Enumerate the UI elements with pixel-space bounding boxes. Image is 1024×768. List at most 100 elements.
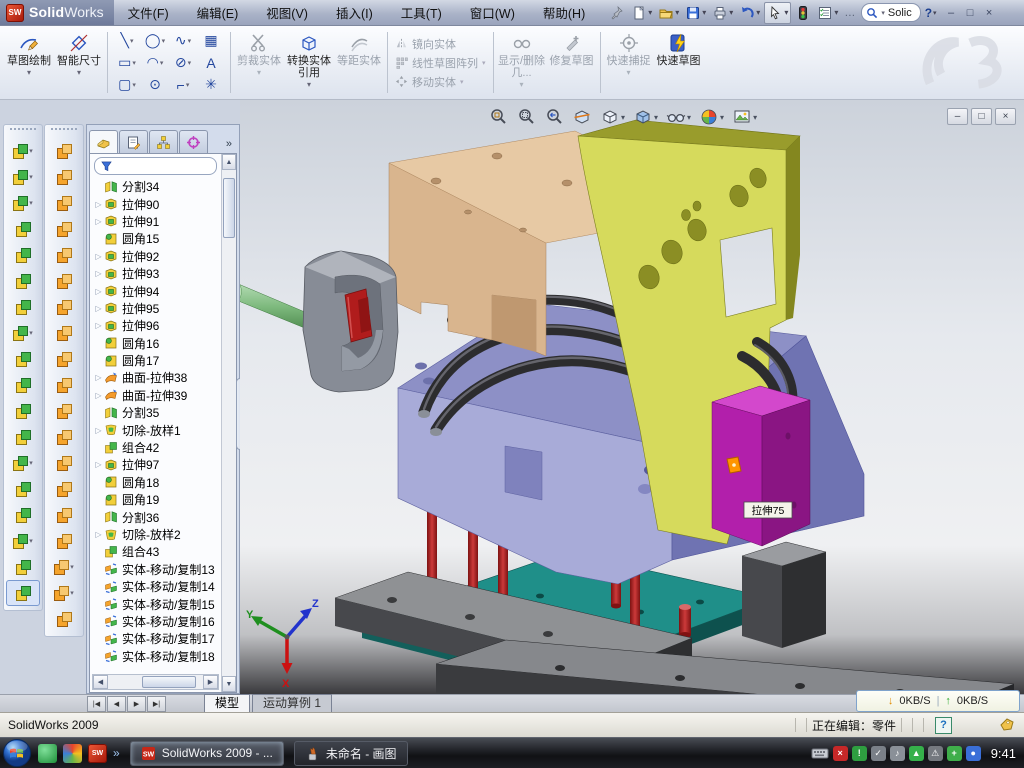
tree-item[interactable]: ▷拉伸92 — [93, 248, 221, 265]
tree-item[interactable]: ▷拉伸90 — [93, 195, 221, 212]
tree-item[interactable]: ▷切除-放样1 — [93, 421, 221, 438]
scroll-right-icon[interactable]: ▶ — [203, 675, 218, 689]
ellipse-button[interactable]: ⊘▾ — [169, 52, 197, 74]
curves-button[interactable]: ▾ — [4, 528, 42, 554]
expand-arrow-icon[interactable]: ▷ — [93, 426, 104, 435]
swept-surface-button[interactable] — [45, 138, 83, 164]
document-minimize-button[interactable]: – — [947, 108, 968, 125]
display-settings-icon[interactable]: ▾ — [815, 3, 840, 23]
pc-suite-icon[interactable]: ● — [966, 746, 981, 761]
draft-button[interactable] — [4, 294, 42, 320]
hscroll-thumb[interactable] — [142, 676, 196, 688]
delete-body-button[interactable] — [4, 476, 42, 502]
tooling-split-button[interactable]: ▾ — [45, 554, 83, 580]
sketch-fillet-button[interactable]: ⌐▾ — [169, 74, 197, 96]
keyboard-indicator-icon[interactable] — [811, 747, 829, 760]
restore-button[interactable]: □ — [962, 5, 979, 20]
tree-item[interactable]: 实体-移动/复制15 — [93, 595, 221, 612]
tree-item[interactable]: 实体-移动/复制18 — [93, 648, 221, 665]
tag-icon[interactable] — [998, 717, 1016, 733]
dropdown-caret-icon[interactable]: ▾ — [257, 68, 261, 77]
tab-scroll-first-icon[interactable]: |◀ — [87, 696, 106, 712]
status-help-icon[interactable]: ? — [935, 717, 952, 734]
tab-motion-study[interactable]: 运动算例 1 — [252, 694, 332, 713]
instant3d-button[interactable] — [4, 554, 42, 580]
expand-arrow-icon[interactable]: ▷ — [93, 269, 104, 278]
quick-snaps-button[interactable]: 快速捕捉▾ — [604, 28, 654, 97]
search-box[interactable]: ▾ Solic — [861, 3, 920, 22]
tree-item[interactable]: ▷拉伸93 — [93, 265, 221, 282]
boundary-surface-button[interactable] — [45, 216, 83, 242]
text-button[interactable]: A — [197, 52, 225, 74]
combine-button[interactable] — [4, 424, 42, 450]
expand-arrow-icon[interactable]: ▷ — [93, 391, 104, 400]
tree-item[interactable]: 分割36 — [93, 508, 221, 525]
select-icon[interactable]: ▾ — [764, 2, 791, 24]
move-copy-body-button[interactable]: ▾ — [4, 450, 42, 476]
tree-vertical-scrollbar[interactable]: ▲ ▼ — [221, 154, 236, 692]
open-document-icon[interactable]: ▾ — [656, 3, 681, 23]
expand-arrow-icon[interactable]: ▷ — [93, 460, 104, 469]
tree-item[interactable]: ▷拉伸96 — [93, 317, 221, 334]
panel-tab-featuremanager[interactable] — [89, 130, 118, 153]
tree-item[interactable]: 圆角19 — [93, 491, 221, 508]
toolbar-overflow-icon[interactable]: … — [842, 3, 857, 23]
circle-button[interactable]: ◯▾ — [141, 30, 169, 52]
tree-item[interactable]: ▷拉伸95 — [93, 300, 221, 317]
tree-item[interactable]: 分割35 — [93, 404, 221, 421]
taskbar-button-paint[interactable]: 未命名 - 画图 — [294, 741, 408, 766]
document-restore-button[interactable]: □ — [971, 108, 992, 125]
convert-entities-button[interactable]: 转换实体引用▾ — [284, 28, 334, 97]
filled-surface-button[interactable] — [45, 242, 83, 268]
rectangle-button[interactable]: ▭▾ — [113, 52, 141, 74]
panel-tab-dimxpertmanager[interactable] — [179, 130, 208, 153]
parting-surfaces-button[interactable] — [45, 528, 83, 554]
view-orientation-button[interactable]: ▾ — [598, 106, 627, 128]
tree-item[interactable]: ▷拉伸91 — [93, 213, 221, 230]
tree-item[interactable]: 组合43 — [93, 543, 221, 560]
tree-item[interactable]: 圆角18 — [93, 474, 221, 491]
knit-surface-button[interactable] — [45, 346, 83, 372]
quick-launch-overflow-icon[interactable]: » — [113, 746, 120, 760]
tree-filter-input[interactable] — [94, 157, 217, 175]
scroll-down-icon[interactable]: ▼ — [222, 676, 236, 692]
revolved-surface-button[interactable] — [45, 164, 83, 190]
zoom-to-fit-button[interactable] — [486, 106, 510, 128]
display-delete-relations-button[interactable]: 显示/删除几...▾ — [497, 28, 547, 97]
rebuild-icon[interactable] — [793, 3, 813, 23]
trim-entities-button[interactable]: 剪裁实体▾ — [234, 28, 284, 97]
tree-item[interactable]: ▷拉伸94 — [93, 282, 221, 299]
tree-item[interactable]: 实体-移动/复制16 — [93, 613, 221, 630]
expand-arrow-icon[interactable]: ▷ — [93, 304, 104, 313]
quick-launch-solidworks-icon[interactable]: SW — [88, 744, 107, 763]
parting-lines-button[interactable] — [45, 476, 83, 502]
shut-off-surfaces-button[interactable] — [45, 502, 83, 528]
expand-arrow-icon[interactable]: ▷ — [93, 287, 104, 296]
ruled-surface-button[interactable] — [45, 606, 83, 632]
offset-surface-button[interactable] — [45, 294, 83, 320]
arc-button[interactable]: ◠▾ — [141, 52, 169, 74]
tree-item[interactable]: ▷拉伸97 — [93, 456, 221, 473]
insert-part-button[interactable] — [4, 502, 42, 528]
display-style-button[interactable]: ▾ — [631, 106, 660, 128]
split-button[interactable] — [4, 398, 42, 424]
scroll-up-icon[interactable]: ▲ — [222, 154, 236, 170]
expand-arrow-icon[interactable]: ▷ — [93, 321, 104, 330]
trim-surface-button[interactable] — [45, 398, 83, 424]
planar-surface-button[interactable] — [45, 268, 83, 294]
minimize-button[interactable]: – — [943, 5, 960, 20]
network-warning-icon[interactable]: ⚠ — [928, 746, 943, 761]
vscroll-thumb[interactable] — [223, 178, 235, 238]
search-scope-caret-icon[interactable]: ▾ — [881, 9, 885, 17]
previous-view-button[interactable] — [542, 106, 566, 128]
tree-item[interactable]: 圆角17 — [93, 352, 221, 369]
rapid-sketch-button[interactable]: 快速草图 — [654, 28, 704, 97]
security-shield-icon[interactable]: ! — [852, 746, 867, 761]
menu-tools[interactable]: 工具(T) — [387, 0, 456, 26]
document-close-button[interactable]: × — [995, 108, 1016, 125]
antivirus-alert-icon[interactable]: × — [833, 746, 848, 761]
reference-geometry-button[interactable] — [4, 372, 42, 398]
edit-appearance-button[interactable]: ▾ — [697, 106, 726, 128]
sketch-button[interactable]: 草图绘制▾ — [4, 28, 54, 97]
tab-scroll-next-icon[interactable]: ▶ — [127, 696, 146, 712]
